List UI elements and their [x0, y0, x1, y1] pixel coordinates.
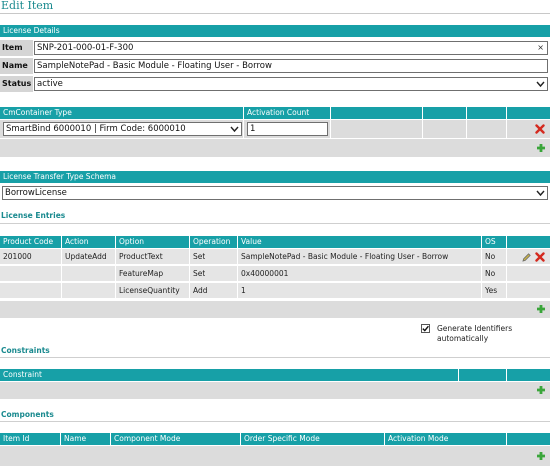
cell-value: 0x40000001: [241, 269, 289, 278]
table-row[interactable]: LicenseQuantity Add 1 Yes: [0, 283, 550, 299]
add-icon[interactable]: [536, 304, 546, 314]
clear-icon[interactable]: ×: [537, 42, 544, 54]
item-id-label: Item Id: [0, 40, 33, 68]
chevron-down-icon: [536, 190, 545, 197]
page-title: Edit Item: [1, 0, 54, 12]
col-cmcontainer-type: CmContainer Type: [3, 108, 72, 117]
col-constraint: Constraint: [3, 370, 42, 379]
transfer-header: License Transfer Type Schema: [0, 171, 550, 183]
license-details-title: License Details: [3, 26, 60, 35]
generate-identifiers-checkbox[interactable]: [421, 324, 430, 333]
license-entries-title: License Entries: [1, 211, 66, 220]
item-id-value: SNP-201-000-01-F-300: [37, 43, 134, 53]
cell-option: LicenseQuantity: [119, 286, 180, 295]
cell-option: ProductText: [119, 252, 163, 261]
chevron-down-icon: [536, 81, 545, 88]
cmcontainer-type-value: SmartBind 6000010 | Firm Code: 6000010: [6, 124, 186, 134]
status-value: active: [37, 79, 63, 89]
col-order-specific-mode: Order Specific Mode: [244, 434, 320, 443]
cell-product-code: 201000: [3, 252, 32, 261]
col-activation-count: Activation Count: [247, 108, 310, 117]
generate-identifiers-label: Generate Identifiers automatically: [437, 324, 513, 343]
col-activation-mode: Activation Mode: [388, 434, 449, 443]
name-field[interactable]: SampleNotePad - Basic Module - Floating …: [34, 59, 548, 73]
title-divider: [0, 13, 550, 14]
delete-icon[interactable]: [535, 124, 545, 134]
license-details-header: License Details: [0, 25, 550, 37]
add-icon[interactable]: [536, 385, 546, 395]
cell-os: Yes: [485, 286, 498, 295]
col-component-mode: Component Mode: [114, 434, 181, 443]
name-label: Name: [0, 58, 33, 74]
table-row[interactable]: 201000 UpdateAdd ProductText Set SampleN…: [0, 249, 550, 265]
cell-value: 1: [241, 286, 246, 295]
activation-count-input[interactable]: 1: [247, 122, 328, 136]
constraints-footer: [0, 382, 550, 399]
name-value: SampleNotePad - Basic Module - Floating …: [37, 61, 272, 71]
col-value: Value: [241, 237, 262, 246]
cell-os: No: [485, 269, 496, 278]
transfer-title: License Transfer Type Schema: [3, 172, 116, 181]
col-operation: Operation: [193, 237, 231, 246]
col-name: Name: [64, 434, 87, 443]
cell-operation: Add: [193, 286, 208, 295]
components-footer: [0, 446, 550, 466]
components-divider: [0, 421, 550, 422]
cmcontainer-type-select[interactable]: SmartBind 6000010 | Firm Code: 6000010: [3, 122, 242, 136]
transfer-schema-select[interactable]: BorrowLicense: [2, 186, 548, 200]
cell-action: UpdateAdd: [65, 252, 107, 261]
col-os: OS: [485, 237, 496, 246]
license-entries-divider: [0, 223, 550, 224]
components-header: Item Id Name Component Mode Order Specif…: [0, 433, 550, 445]
constraints-header: Constraint: [0, 369, 550, 381]
entries-footer: [0, 301, 550, 318]
chevron-down-icon: [230, 126, 239, 133]
constraints-title: Constraints: [1, 346, 50, 355]
container-footer: [0, 139, 550, 157]
col-action: Action: [65, 237, 89, 246]
edit-icon[interactable]: [521, 252, 532, 263]
cell-operation: Set: [193, 269, 206, 278]
status-label: Status: [0, 76, 33, 92]
col-option: Option: [119, 237, 145, 246]
transfer-schema-value: BorrowLicense: [5, 188, 67, 198]
item-id-field[interactable]: SNP-201-000-01-F-300 ×: [34, 41, 548, 55]
entries-header: Product Code Action Option Operation Val…: [0, 236, 550, 248]
cell-os: No: [485, 252, 496, 261]
constraints-divider: [0, 357, 550, 358]
cell-operation: Set: [193, 252, 206, 261]
col-product-code: Product Code: [3, 237, 54, 246]
add-icon[interactable]: [536, 451, 546, 461]
cell-option: FeatureMap: [119, 269, 164, 278]
add-icon[interactable]: [536, 143, 546, 153]
checkmark-icon: [422, 325, 429, 332]
table-row[interactable]: FeatureMap Set 0x40000001 No: [0, 266, 550, 282]
components-title: Components: [1, 410, 54, 419]
activation-count-value: 1: [250, 124, 256, 134]
status-select[interactable]: active: [34, 77, 548, 91]
col-item-id: Item Id: [3, 434, 30, 443]
delete-icon[interactable]: [535, 252, 545, 262]
container-header: CmContainer Type Activation Count: [0, 107, 550, 119]
cell-value: SampleNotePad - Basic Module - Floating …: [241, 252, 449, 261]
